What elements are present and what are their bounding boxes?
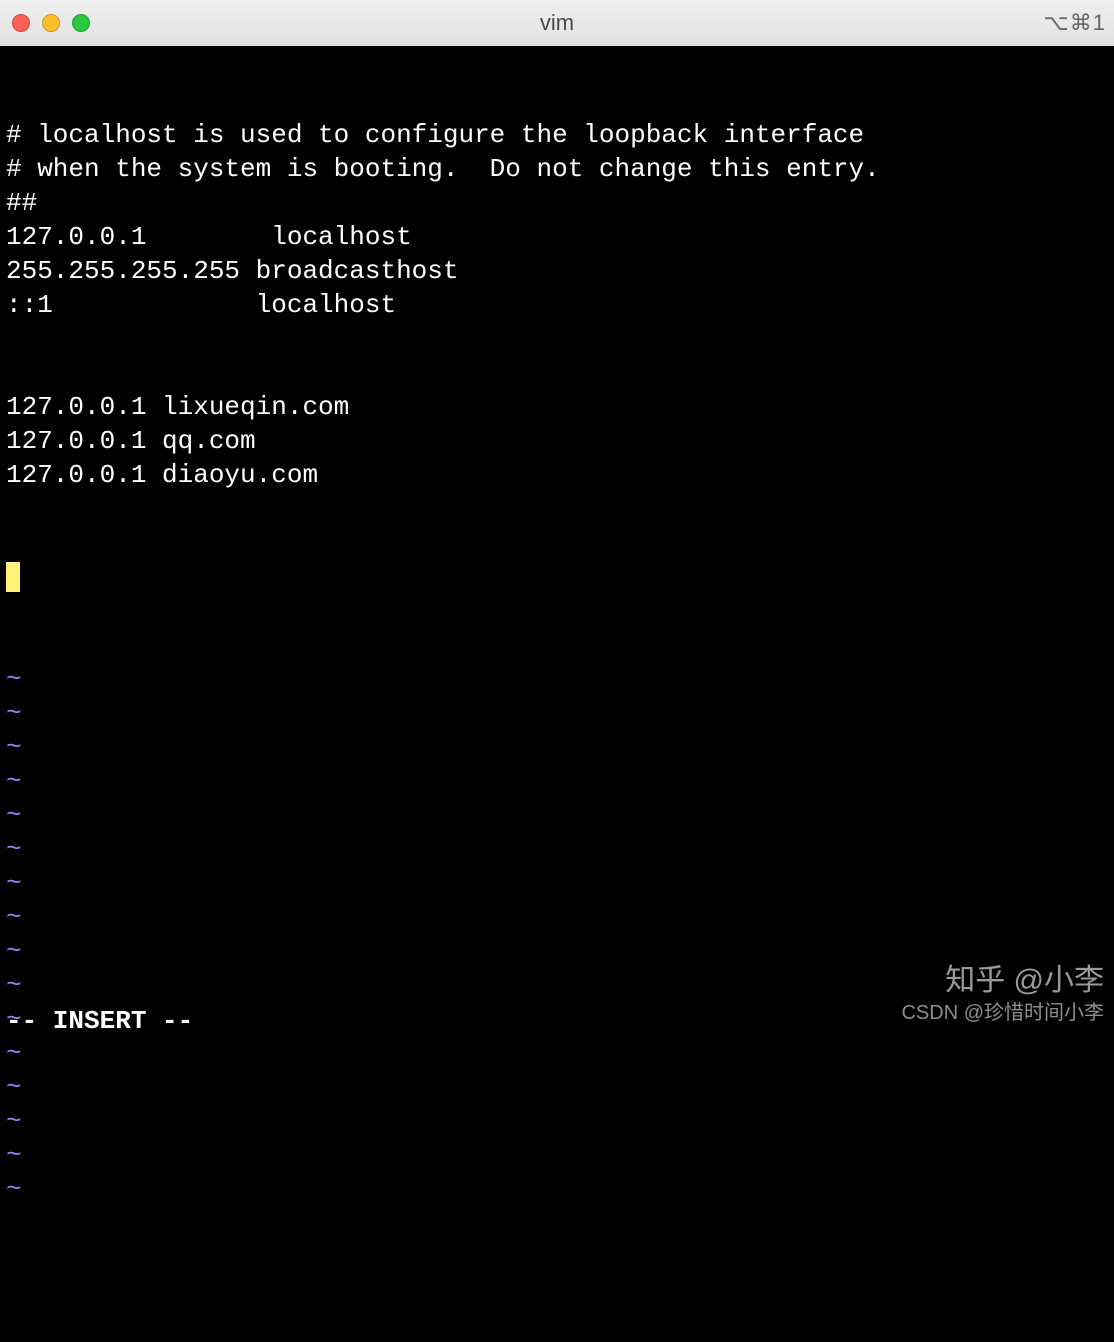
window-titlebar: vim ⌥⌘1: [0, 0, 1114, 46]
empty-line-tilde: ~: [6, 696, 1108, 730]
empty-line-tilde: ~: [6, 1104, 1108, 1138]
empty-line-tilde: ~: [6, 900, 1108, 934]
watermark-csdn: CSDN @珍惜时间小李: [901, 996, 1104, 1030]
empty-line-tilde: ~: [6, 866, 1108, 900]
file-line: 127.0.0.1 localhost: [6, 220, 1108, 254]
file-line: [6, 322, 1108, 356]
empty-line-tilde: ~: [6, 1036, 1108, 1070]
file-line: 127.0.0.1 diaoyu.com: [6, 458, 1108, 492]
file-line: ##: [6, 186, 1108, 220]
file-line: 127.0.0.1 qq.com: [6, 424, 1108, 458]
empty-line-tilde: ~: [6, 798, 1108, 832]
empty-line-tilde: ~: [6, 1070, 1108, 1104]
empty-line-tilde: ~: [6, 934, 1108, 968]
empty-line-markers: ~~~~~~~~~~~~~~~~: [6, 662, 1108, 1206]
file-line: # when the system is booting. Do not cha…: [6, 152, 1108, 186]
vim-status-line: -- INSERT --: [6, 1004, 193, 1038]
titlebar-shortcut-indicator: ⌥⌘1: [1043, 10, 1106, 36]
empty-line-tilde: ~: [6, 730, 1108, 764]
maximize-button[interactable]: [72, 14, 90, 32]
minimize-button[interactable]: [42, 14, 60, 32]
empty-line-tilde: ~: [6, 832, 1108, 866]
window-title: vim: [540, 10, 574, 36]
file-line: 255.255.255.255 broadcasthost: [6, 254, 1108, 288]
cursor: [6, 562, 20, 592]
vim-editor-area[interactable]: # localhost is used to configure the loo…: [0, 46, 1114, 1038]
empty-line-tilde: ~: [6, 764, 1108, 798]
empty-line-tilde: ~: [6, 662, 1108, 696]
close-button[interactable]: [12, 14, 30, 32]
file-line: ::1 localhost: [6, 288, 1108, 322]
file-line: [6, 356, 1108, 390]
empty-line-tilde: ~: [6, 1138, 1108, 1172]
cursor-line: [6, 560, 1108, 594]
traffic-lights: [12, 14, 90, 32]
file-content: # localhost is used to configure the loo…: [6, 118, 1108, 492]
empty-line-tilde: ~: [6, 1172, 1108, 1206]
file-line: # localhost is used to configure the loo…: [6, 118, 1108, 152]
file-line: 127.0.0.1 lixueqin.com: [6, 390, 1108, 424]
watermark-zhihu: 知乎 @小李: [945, 964, 1104, 998]
